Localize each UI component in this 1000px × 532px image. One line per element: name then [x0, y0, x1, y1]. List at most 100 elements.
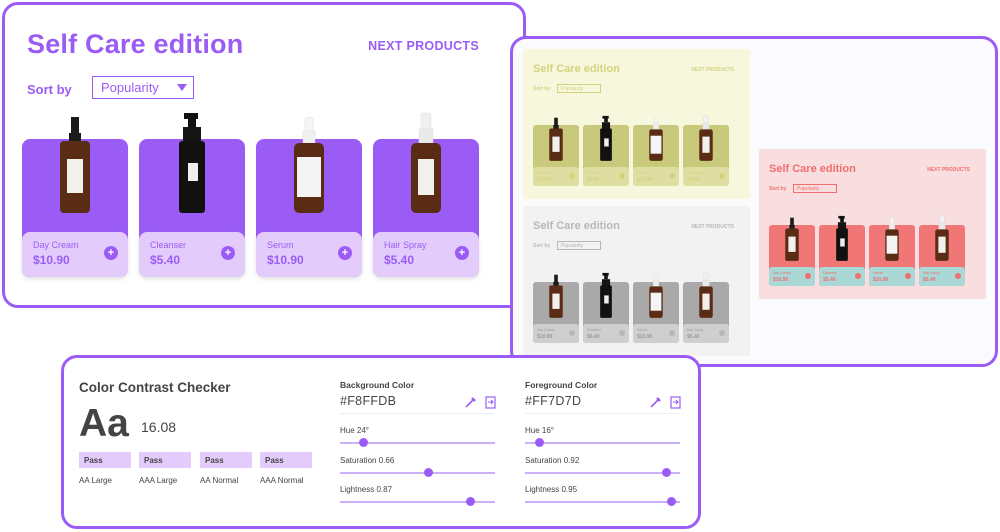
product-price: $5.40: [384, 253, 415, 267]
sat-slider[interactable]: [525, 468, 680, 477]
variant-product-name: Serum: [637, 171, 648, 175]
hue-slider-label: Hue 24°: [340, 426, 369, 435]
product-image: [699, 115, 713, 161]
variant-product-card[interactable]: Cleanser $5.40: [819, 215, 865, 286]
background-hex-input[interactable]: #F8FFDB: [340, 394, 396, 408]
variant-product-price: $10.90: [637, 334, 653, 340]
variant-product-card[interactable]: Cleanser $5.40: [583, 272, 629, 343]
variant-product-card[interactable]: Day Cream $10.90: [533, 117, 579, 186]
variant-next-link[interactable]: NEXT PRODUCTS: [927, 167, 970, 173]
add-to-cart-button[interactable]: +: [104, 246, 118, 260]
variant-add-button[interactable]: [955, 273, 961, 279]
variant-sort-label: Sort by: [533, 86, 551, 92]
eyedropper-icon[interactable]: [649, 395, 663, 409]
product-image: [649, 274, 663, 318]
variant-next-link[interactable]: NEXT PRODUCTS: [691, 67, 734, 73]
product-image: [649, 117, 663, 161]
product-card[interactable]: Serum $10.90 +: [256, 116, 362, 277]
product-image: [836, 215, 848, 261]
variant-product-info: Cleanser $5.40: [819, 267, 865, 286]
light-slider[interactable]: [340, 497, 495, 506]
light-slider-handle[interactable]: [667, 497, 676, 506]
product-name: Cleanser: [150, 240, 187, 250]
product-price: $5.40: [150, 253, 181, 267]
variant-product-price: $10.90: [873, 277, 889, 283]
add-to-cart-button[interactable]: +: [338, 246, 352, 260]
variant-add-button[interactable]: [719, 173, 725, 179]
product-price: $10.90: [33, 253, 70, 267]
product-image: [411, 112, 441, 213]
variant-product-card[interactable]: Cleanser $5.40: [583, 115, 629, 186]
variant-add-button[interactable]: [669, 330, 675, 336]
variant-product-name: Cleanser: [587, 328, 602, 332]
hue-slider[interactable]: [340, 438, 495, 447]
variant-product-card[interactable]: Day Cream $10.90: [533, 274, 579, 343]
variant-next-link[interactable]: NEXT PRODUCTS: [691, 224, 734, 230]
product-image: [294, 116, 324, 213]
add-to-cart-button[interactable]: +: [221, 246, 235, 260]
variant-product-name: Hair Spray: [687, 328, 704, 332]
product-image: [549, 274, 563, 318]
product-price: $10.90: [267, 253, 304, 267]
contrast-ratio: 16.08: [141, 419, 177, 435]
result-badge: Pass: [260, 452, 312, 468]
variant-add-button[interactable]: [805, 273, 811, 279]
variant-product-name: Day Cream: [537, 328, 555, 332]
variant-product-card[interactable]: Day Cream $10.90: [769, 217, 815, 286]
theme-variants-panel: Self Care edition NEXT PRODUCTS Sort by …: [510, 36, 998, 367]
product-info: Cleanser $5.40 +: [139, 232, 245, 277]
product-name: Serum: [267, 240, 294, 250]
chevron-down-icon[interactable]: [177, 84, 187, 91]
variant-product-card[interactable]: Hair Spray $5.40: [683, 272, 729, 343]
variant-title: Self Care edition: [769, 163, 856, 175]
variant-add-button[interactable]: [855, 273, 861, 279]
copy-icon[interactable]: [483, 395, 497, 409]
variant-product-card[interactable]: Serum $10.90: [633, 117, 679, 186]
variant-add-button[interactable]: [719, 330, 725, 336]
variant-add-button[interactable]: [669, 173, 675, 179]
product-name: Day Cream: [33, 240, 79, 250]
copy-icon[interactable]: [668, 395, 682, 409]
hue-slider-handle[interactable]: [359, 438, 368, 447]
variant-add-button[interactable]: [619, 330, 625, 336]
variant-add-button[interactable]: [569, 330, 575, 336]
variant-add-button[interactable]: [905, 273, 911, 279]
add-to-cart-button[interactable]: +: [455, 246, 469, 260]
variant-add-button[interactable]: [569, 173, 575, 179]
contrast-checker-panel: Color Contrast Checker Aa 16.08 Pass Pas…: [61, 355, 701, 529]
foreground-hex-input[interactable]: #FF7D7D: [525, 394, 581, 408]
foreground-color-label: Foreground Color: [525, 380, 598, 390]
variant-product-price: $5.40: [823, 277, 836, 283]
result-badge: Pass: [200, 452, 252, 468]
variant-product-info: Serum $10.90: [633, 167, 679, 186]
next-products-link[interactable]: NEXT PRODUCTS: [368, 39, 479, 53]
result-label: AAA Normal: [260, 476, 304, 485]
variant-product-card[interactable]: Serum $10.90: [869, 217, 915, 286]
product-name: Hair Spray: [384, 240, 427, 250]
product-card[interactable]: Hair Spray $5.40 +: [373, 112, 479, 277]
variant-product-name: Hair Spray: [687, 171, 704, 175]
variant-product-card[interactable]: Hair Spray $5.40: [919, 215, 965, 286]
hue-slider-handle[interactable]: [535, 438, 544, 447]
checker-title: Color Contrast Checker: [79, 380, 231, 395]
light-slider-handle[interactable]: [466, 497, 475, 506]
variant-product-price: $10.90: [773, 277, 789, 283]
variant-sort-select[interactable]: Popularity: [557, 241, 601, 250]
light-slider[interactable]: [525, 497, 680, 506]
product-image: [600, 115, 612, 161]
sat-slider-handle[interactable]: [424, 468, 433, 477]
divider: [525, 413, 680, 414]
eyedropper-icon[interactable]: [464, 395, 478, 409]
variant-add-button[interactable]: [619, 173, 625, 179]
hue-slider[interactable]: [525, 438, 680, 447]
product-card[interactable]: Day Cream $10.90 +: [22, 117, 128, 277]
product-card[interactable]: Cleanser $5.40 +: [139, 113, 245, 277]
sat-slider-handle[interactable]: [662, 468, 671, 477]
variant-sort-select[interactable]: Popularity: [557, 84, 601, 93]
sat-slider[interactable]: [340, 468, 495, 477]
variant-sort-label: Sort by: [769, 186, 787, 192]
sort-select[interactable]: Popularity: [92, 76, 194, 99]
variant-product-card[interactable]: Hair Spray $5.40: [683, 115, 729, 186]
variant-product-card[interactable]: Serum $10.90: [633, 274, 679, 343]
variant-sort-select[interactable]: Popularity: [793, 184, 837, 193]
